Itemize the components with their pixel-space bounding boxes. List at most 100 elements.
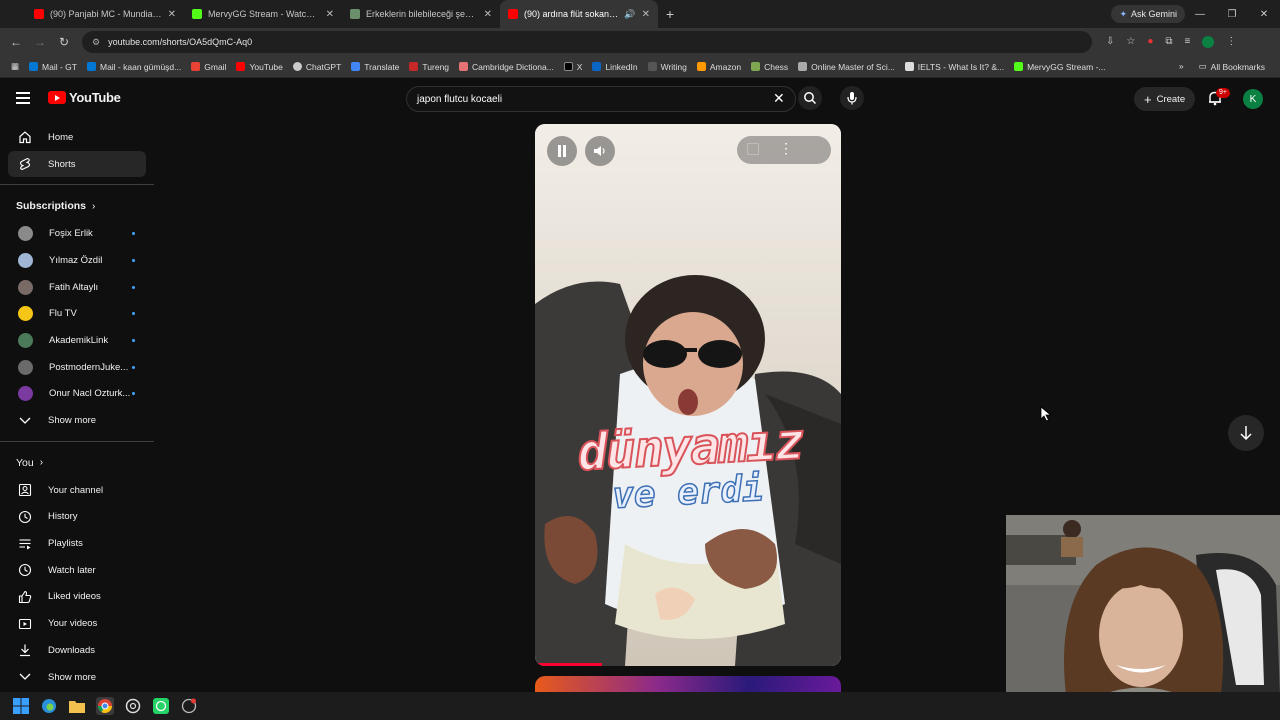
chevron-down-icon (18, 670, 32, 684)
you-heading[interactable]: You › (0, 449, 154, 477)
voice-search-button[interactable] (840, 86, 864, 110)
bookmark-item[interactable]: Writing (643, 62, 692, 72)
subscription-item[interactable]: Fatih Altaylı (8, 274, 146, 301)
reload-icon[interactable]: ↻ (52, 35, 76, 49)
sidebar-item-watch-later[interactable]: Watch later (8, 557, 146, 584)
edge-icon[interactable] (40, 697, 58, 715)
back-icon[interactable]: ← (4, 35, 28, 49)
extension-icon[interactable]: ● (1147, 36, 1153, 48)
browser-tab[interactable]: (90) Panjabi MC - Mundian To B ✕ (26, 0, 184, 28)
bookmark-item[interactable]: Gmail (186, 62, 231, 72)
bookmark-item[interactable]: Amazon (692, 62, 746, 72)
volume-button[interactable] (585, 136, 615, 166)
subscription-item[interactable]: Onur Nacl Ozturk... (8, 381, 146, 408)
subscription-item[interactable]: AkademikLink (8, 327, 146, 354)
bookmark-item[interactable]: LinkedIn (587, 62, 642, 72)
bookmark-item[interactable]: Mail - GT (24, 62, 82, 72)
app-icon[interactable] (180, 697, 198, 715)
new-content-dot (132, 312, 135, 316)
minimize-icon[interactable]: — (1184, 0, 1216, 28)
install-app-icon[interactable]: ⇩ (1106, 36, 1114, 48)
sidebar-item-downloads[interactable]: Downloads (8, 637, 146, 664)
sidebar-item-playlists[interactable]: Playlists (8, 530, 146, 557)
bookmark-item[interactable]: Translate (346, 62, 404, 72)
sidebar-item-shorts[interactable]: Shorts (8, 150, 146, 178)
apps-icon[interactable]: ▦ (6, 61, 24, 72)
youtube-logo[interactable]: YouTube (48, 90, 121, 105)
pause-button[interactable] (547, 136, 577, 166)
sidebar-item-your-videos[interactable]: Your videos (8, 610, 146, 637)
chatgpt-app-icon[interactable] (124, 697, 142, 715)
show-more-button[interactable]: Show more (8, 664, 146, 691)
bookmark-label: YouTube (249, 61, 283, 72)
more-options-icon[interactable]: ⋮ (779, 140, 793, 157)
chrome-icon[interactable] (96, 697, 114, 715)
sidebar-item-history[interactable]: History (8, 504, 146, 531)
bookmark-item[interactable]: Cambridge Dictiona... (454, 62, 559, 72)
bookmark-item[interactable]: Tureng (404, 62, 454, 72)
account-avatar[interactable]: K (1243, 89, 1263, 109)
browser-tab[interactable]: MervyGG Stream - Watch Live o ✕ (184, 0, 342, 28)
menu-icon[interactable] (16, 92, 30, 104)
fullscreen-icon[interactable] (747, 143, 759, 155)
show-more-button[interactable]: Show more (8, 407, 146, 434)
more-bookmarks-icon[interactable]: » (1179, 61, 1184, 72)
close-tab-icon[interactable]: ✕ (168, 9, 176, 20)
new-tab-button[interactable]: + (658, 0, 682, 28)
bookmark-item[interactable]: X (559, 62, 588, 72)
ask-gemini-button[interactable]: ✦ Ask Gemini (1111, 5, 1185, 23)
subscription-item[interactable]: Yılmaz Özdil (8, 247, 146, 274)
short-video-player[interactable]: ⋮ dünyamız ve erdi (535, 124, 841, 666)
bookmark-item[interactable]: Mail - kaan gümüşd... (82, 62, 186, 72)
close-window-icon[interactable]: ✕ (1248, 0, 1280, 28)
bookmark-item[interactable]: Online Master of Sci... (793, 62, 900, 72)
windows-start-icon[interactable] (12, 697, 30, 715)
close-tab-icon[interactable]: ✕ (326, 9, 334, 20)
whatsapp-icon[interactable] (152, 697, 170, 715)
bookmark-star-icon[interactable]: ☆ (1126, 36, 1135, 48)
pause-icon (558, 145, 566, 157)
menu-dots-icon[interactable]: ⋮ (1226, 36, 1236, 48)
url-field[interactable]: ⚙ youtube.com/shorts/OA5dQmC-Aq0 (82, 31, 1092, 53)
close-tab-icon[interactable]: ✕ (484, 9, 492, 20)
search-input[interactable]: japon flutcu kocaeli (406, 86, 796, 112)
bookmark-item[interactable]: IELTS - What Is It? &... (900, 62, 1009, 72)
profile-icon[interactable] (1202, 36, 1215, 48)
file-explorer-icon[interactable] (68, 697, 86, 715)
next-video-button[interactable] (1228, 415, 1264, 451)
bookmark-item[interactable]: YouTube (231, 62, 287, 72)
bookmark-item[interactable]: Chess (746, 62, 793, 72)
clear-search-icon[interactable]: ✕ (773, 90, 785, 107)
subscription-item[interactable]: Foşix Erlik (8, 220, 146, 247)
browser-tab[interactable]: Erkeklerin bilebileceği şeyler (Ü ✕ (342, 0, 500, 28)
bookmark-label: MervyGG Stream -... (1027, 61, 1106, 72)
subscription-item[interactable]: PostmodernJuke... (8, 354, 146, 381)
audio-icon[interactable]: 🔊 (624, 9, 635, 20)
subscription-item[interactable]: Flu TV (8, 300, 146, 327)
maximize-icon[interactable]: ❐ (1216, 0, 1248, 28)
all-bookmarks-button[interactable]: ▭ All Bookmarks (1194, 61, 1270, 72)
bookmark-item[interactable]: ChatGPT (288, 62, 346, 72)
sidebar-item-label: Downloads (48, 644, 95, 656)
site-info-icon[interactable]: ⚙ (92, 37, 100, 48)
tureng-icon (409, 62, 419, 71)
browser-tab-active[interactable]: (90) ardına flüt sokan japon 🔊 ✕ (500, 0, 658, 28)
arrow-down-icon (1240, 426, 1252, 441)
extensions-puzzle-icon[interactable]: ⧉ (1165, 36, 1172, 48)
site-favicon-icon (350, 9, 360, 19)
sidebar-item-liked-videos[interactable]: Liked videos (8, 584, 146, 611)
media-controls-icon[interactable]: ≡ (1185, 36, 1191, 48)
bookmark-item[interactable]: MervyGG Stream -... (1009, 62, 1110, 72)
forward-icon[interactable]: → (28, 35, 52, 49)
video-progress-bar[interactable] (535, 663, 603, 666)
close-tab-icon[interactable]: ✕ (642, 9, 650, 20)
search-button[interactable] (798, 86, 822, 110)
bookmark-label: Gmail (204, 61, 227, 72)
subscription-label: Foşix Erlik (49, 228, 93, 240)
sidebar-item-label: Your videos (48, 618, 98, 630)
you-title: You (16, 456, 34, 469)
subscriptions-heading[interactable]: Subscriptions › (0, 192, 154, 220)
create-button[interactable]: + Create (1134, 87, 1196, 111)
sidebar-item-your-channel[interactable]: Your channel (8, 477, 146, 504)
sidebar-item-home[interactable]: Home (8, 124, 146, 151)
